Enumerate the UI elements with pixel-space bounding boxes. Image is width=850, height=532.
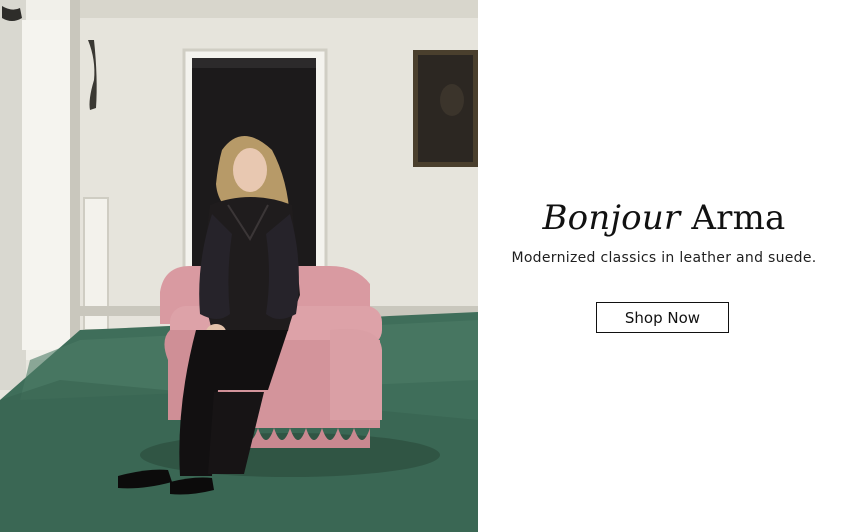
shop-now-button[interactable]: Shop Now: [596, 302, 729, 333]
headline-regular-word: Arma: [691, 198, 786, 238]
hero-photo: [0, 0, 478, 532]
hero-content: Bonjour Arma Modernized classics in leat…: [478, 0, 850, 532]
hero-photo-illustration: [0, 0, 478, 532]
hero-headline: Bonjour Arma: [478, 198, 850, 238]
shop-now-label: Shop Now: [624, 308, 701, 327]
hero-subtitle: Modernized classics in leather and suede…: [511, 250, 817, 266]
hero-banner: Bonjour Arma Modernized classics in leat…: [0, 0, 850, 532]
headline-italic-word: Bonjour: [542, 198, 681, 238]
